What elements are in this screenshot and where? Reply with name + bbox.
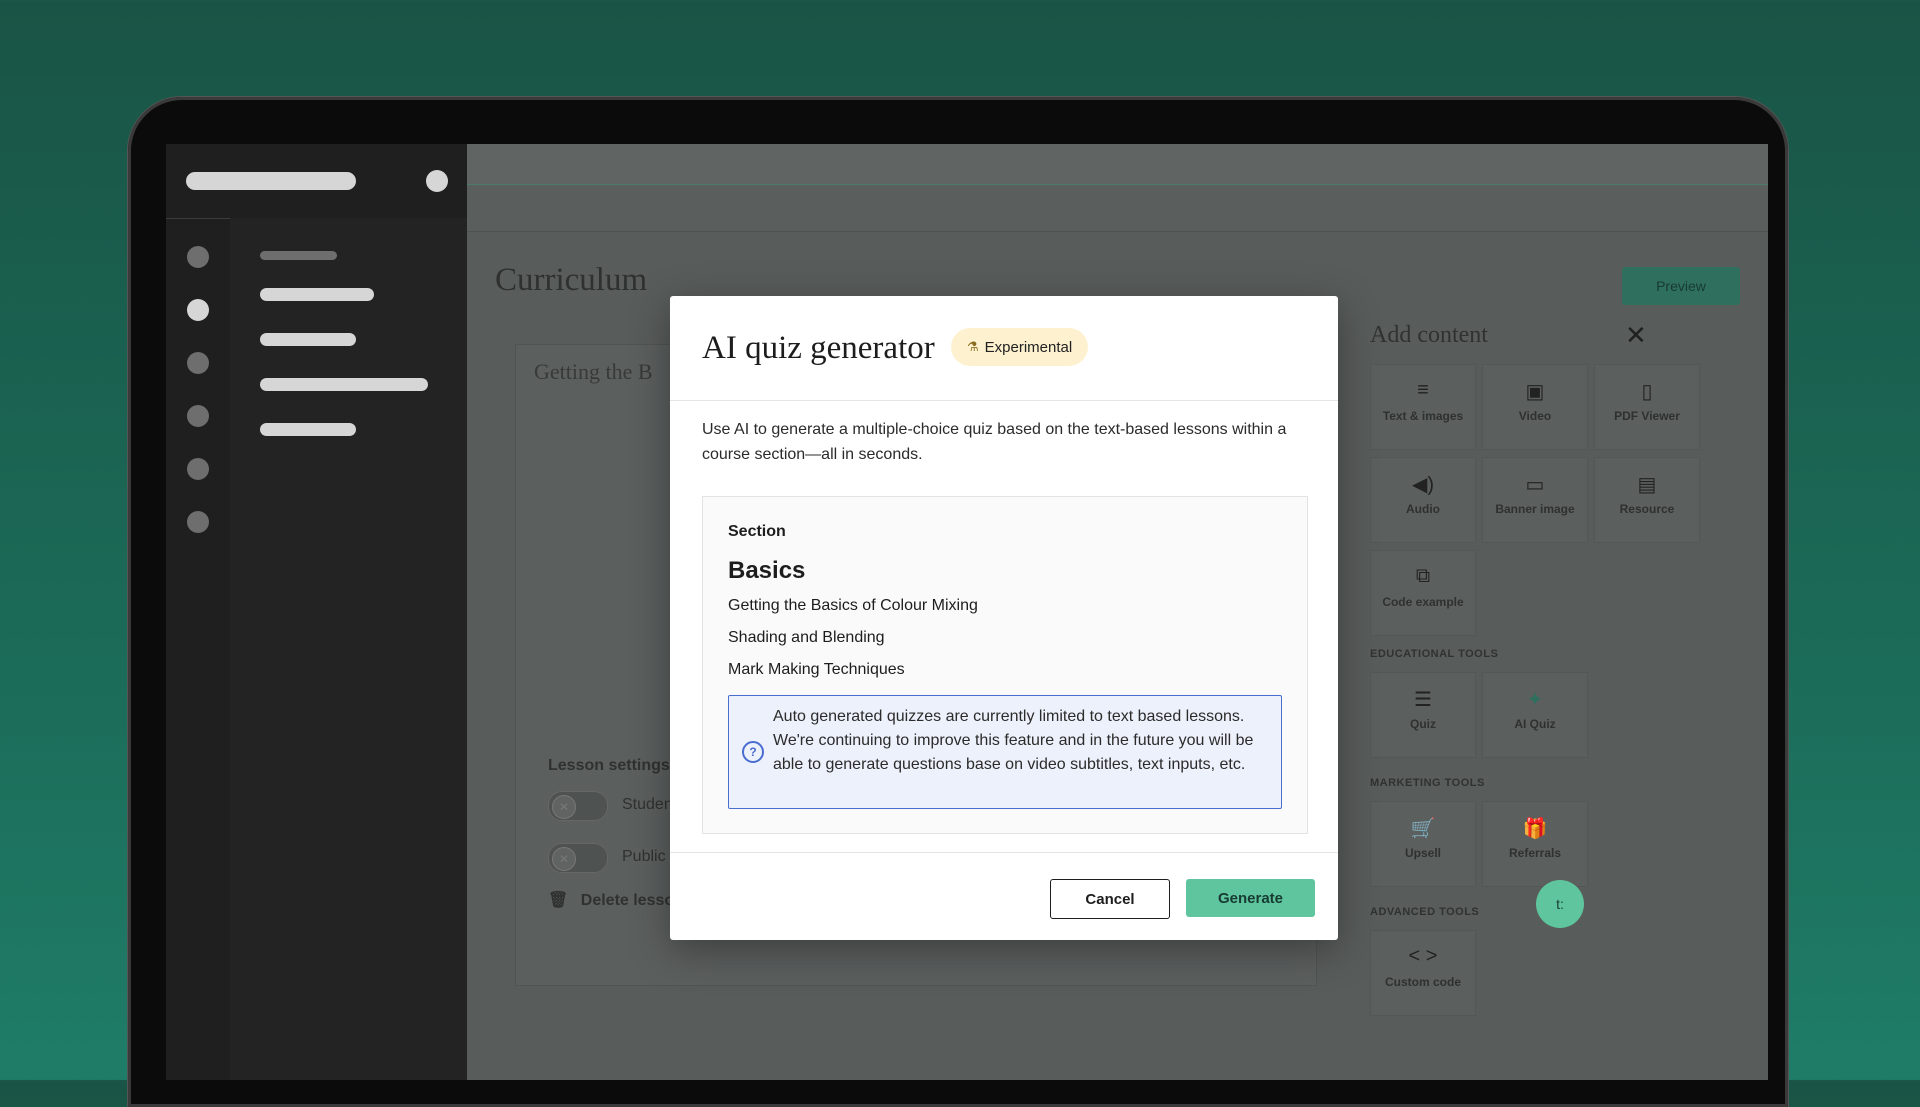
tile-quiz[interactable]: ☰ Quiz <box>1370 672 1476 758</box>
tile-resource[interactable]: ▤ Resource <box>1594 457 1700 543</box>
tile-code-example[interactable]: ⧉ Code example <box>1370 550 1476 636</box>
student-toggle-label: Studen <box>622 796 673 813</box>
tile-label: Quiz <box>1410 717 1436 731</box>
tile-label: Custom code <box>1384 975 1461 989</box>
ai-quiz-modal: AI quiz generator ⚗ Experimental Use AI … <box>670 296 1338 940</box>
flask-icon: ⚗ <box>967 339 979 354</box>
logo-placeholder <box>186 172 356 190</box>
sidebar-nav <box>230 218 467 1080</box>
toggle-off-icon: ✕ <box>552 795 576 819</box>
tile-label: Banner image <box>1495 502 1575 516</box>
badge-label: Experimental <box>984 338 1073 356</box>
video-icon: ▣ <box>1525 381 1545 403</box>
cancel-button[interactable]: Cancel <box>1050 879 1170 919</box>
code-brackets-icon: < > <box>1408 945 1438 967</box>
question-circle-icon: ? <box>742 741 764 763</box>
tile-upsell[interactable]: 🛒 Upsell <box>1370 801 1476 887</box>
delete-lesson-label: Delete lesso <box>580 892 675 909</box>
nav-placeholder-4[interactable] <box>260 378 428 391</box>
tile-referrals[interactable]: 🎁 Referrals <box>1482 801 1588 887</box>
modal-title: AI quiz generator <box>702 330 935 366</box>
modal-header: AI quiz generator ⚗ Experimental <box>670 296 1338 401</box>
public-toggle[interactable]: ✕ <box>548 843 608 873</box>
advanced-tools-heading: ADVANCED TOOLS <box>1370 906 1480 918</box>
text-icon: ≡ <box>1417 379 1429 401</box>
nav-placeholder-1 <box>260 251 337 260</box>
nav-placeholder-3[interactable] <box>260 333 356 346</box>
image-icon: ▭ <box>1525 474 1545 496</box>
top-bar <box>467 144 1768 185</box>
nav-placeholder-5[interactable] <box>260 423 356 436</box>
sparkle-icon: ✦ <box>1526 689 1544 711</box>
quiz-icon: ☰ <box>1414 689 1432 711</box>
rail-icon-6[interactable] <box>187 511 209 533</box>
lesson-item: Shading and Blending <box>728 629 885 646</box>
tile-label: Video <box>1518 409 1552 423</box>
rail-icon-5[interactable] <box>187 458 209 480</box>
modal-description: Use AI to generate a multiple-choice qui… <box>702 421 1287 463</box>
lesson-settings-heading: Lesson settings <box>548 757 670 774</box>
tile-label: Resource <box>1619 502 1675 516</box>
rail-icon-3[interactable] <box>187 352 209 374</box>
chat-launcher-button[interactable]: t: <box>1536 880 1584 928</box>
tile-label: Code example <box>1382 595 1464 609</box>
section-name: Basics <box>728 557 806 584</box>
student-toggle[interactable]: ✕ <box>548 791 608 821</box>
tile-audio[interactable]: ◀) Audio <box>1370 457 1476 543</box>
tile-video[interactable]: ▣ Video <box>1482 364 1588 450</box>
nav-placeholder-2[interactable] <box>260 288 374 301</box>
pdf-icon: ▯ <box>1641 381 1653 403</box>
sub-bar <box>467 185 1768 232</box>
experimental-badge: ⚗ Experimental <box>951 328 1089 366</box>
info-text: Auto generated quizzes are currently lim… <box>773 708 1254 773</box>
info-callout: ? Auto generated quizzes are currently l… <box>728 695 1282 809</box>
trash-icon: 🗑 <box>548 892 569 909</box>
tile-label: PDF Viewer <box>1614 409 1680 423</box>
section-label: Section <box>728 523 786 540</box>
resource-icon: ▤ <box>1637 474 1657 496</box>
audio-icon: ◀) <box>1411 474 1435 496</box>
tile-banner-image[interactable]: ▭ Banner image <box>1482 457 1588 543</box>
add-content-panel: Add content ✕ ≡ Text & images ▣ Video ▯ PDF… <box>1357 314 1768 1080</box>
modal-footer: Cancel Generate <box>670 852 1338 941</box>
generate-button[interactable]: Generate <box>1186 879 1315 917</box>
rail-icon-2[interactable] <box>187 299 209 321</box>
cart-icon: 🛒 <box>1410 818 1436 840</box>
tile-custom-code[interactable]: < > Custom code <box>1370 930 1476 1016</box>
sidebar-header <box>166 144 467 219</box>
educational-tools-heading: EDUCATIONAL TOOLS <box>1370 648 1499 660</box>
profile-avatar[interactable] <box>426 170 448 192</box>
toggle-off-icon: ✕ <box>552 847 576 871</box>
delete-lesson-button[interactable]: 🗑 Delete lesso <box>548 890 674 910</box>
add-content-title: Add content <box>1370 322 1488 348</box>
tile-label: Referrals <box>1508 846 1562 860</box>
lesson-title: Getting the B <box>534 359 653 384</box>
tile-label: AI Quiz <box>1514 717 1556 731</box>
code-icon: ⧉ <box>1415 565 1431 587</box>
tile-label: Upsell <box>1404 846 1441 860</box>
rail-icon-4[interactable] <box>187 405 209 427</box>
rail-icon-1[interactable] <box>187 246 209 268</box>
icon-rail <box>166 144 231 1080</box>
tile-text-images[interactable]: ≡ Text & images <box>1370 364 1476 450</box>
close-icon[interactable]: ✕ <box>1625 320 1647 351</box>
public-toggle-label: Public <box>622 848 666 865</box>
gift-icon: 🎁 <box>1522 818 1548 840</box>
tile-label: Text & images <box>1382 409 1464 423</box>
tile-label: Audio <box>1406 502 1440 516</box>
marketing-tools-heading: MARKETING TOOLS <box>1370 777 1485 789</box>
page-title: Curriculum <box>495 262 648 298</box>
lesson-item: Getting the Basics of Colour Mixing <box>728 597 978 614</box>
tile-pdf-viewer[interactable]: ▯ PDF Viewer <box>1594 364 1700 450</box>
tile-ai-quiz[interactable]: ✦ AI Quiz <box>1482 672 1588 758</box>
lesson-item: Mark Making Techniques <box>728 661 905 678</box>
preview-button[interactable]: Preview <box>1622 267 1740 305</box>
section-summary: Section Basics Getting the Basics of Col… <box>702 496 1308 834</box>
